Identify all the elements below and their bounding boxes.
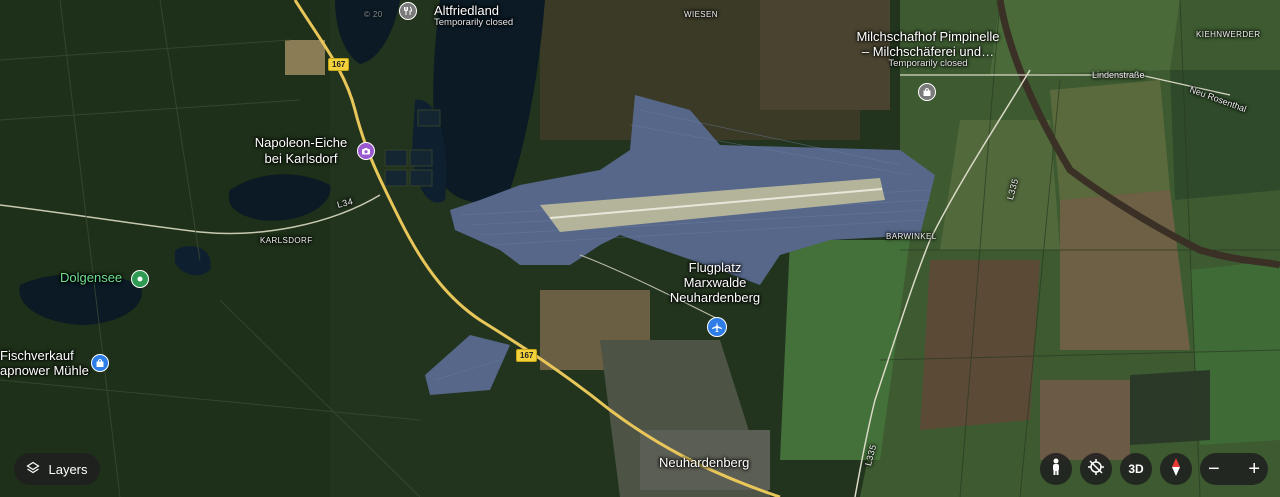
zoom-in-button[interactable]: + xyxy=(1248,459,1260,479)
airport-icon[interactable] xyxy=(707,317,727,337)
3d-toggle-button[interactable]: 3D xyxy=(1120,453,1152,485)
restaurant-icon[interactable] xyxy=(399,2,417,20)
milchschafhof-status: Temporarily closed xyxy=(888,58,968,69)
road-shield-167-north: 167 xyxy=(328,58,350,71)
pegman-button[interactable] xyxy=(1040,453,1072,485)
place-flugplatz-line1[interactable]: Flugplatz xyxy=(660,260,770,276)
zoom-out-button[interactable]: − xyxy=(1208,459,1220,479)
place-dolgensee[interactable]: Dolgensee xyxy=(60,270,122,286)
place-barwinkel: BARWINKEL xyxy=(886,232,937,241)
layers-icon xyxy=(26,461,41,478)
gps-off-icon xyxy=(1087,458,1105,481)
place-milchschafhof-line1[interactable]: Milchschafhof Pimpinelle xyxy=(848,29,1008,45)
compass-button[interactable] xyxy=(1160,453,1192,485)
road-shield-167-south: 167 xyxy=(516,349,538,362)
camera-icon[interactable] xyxy=(357,142,375,160)
satellite-map[interactable] xyxy=(0,0,1280,497)
place-neuhardenberg[interactable]: Neuhardenberg xyxy=(659,455,749,471)
location-off-button[interactable] xyxy=(1080,453,1112,485)
place-napoleon-eiche-line1[interactable]: Napoleon-Eiche xyxy=(246,135,356,151)
zoom-controls: − + xyxy=(1200,453,1268,485)
watermark: © 20 xyxy=(364,10,383,19)
shopping-bag-icon[interactable] xyxy=(918,83,936,101)
altfriedland-status: Temporarily closed xyxy=(434,17,514,28)
shopping-bag-icon[interactable] xyxy=(91,354,109,372)
place-karlsdorf: KARLSDORF xyxy=(260,236,313,245)
place-flugplatz-line2[interactable]: Marxwalde xyxy=(660,275,770,291)
street-lindenstrasse: Lindenstraße xyxy=(1092,70,1145,80)
compass-icon xyxy=(1170,457,1182,482)
place-kiehnwerder: KIEHNWERDER xyxy=(1196,30,1261,39)
park-icon[interactable] xyxy=(131,270,149,288)
person-icon xyxy=(1050,458,1062,481)
place-fischverkauf-line2[interactable]: apnower Mühle xyxy=(0,363,89,379)
layers-label: Layers xyxy=(48,461,88,477)
place-flugplatz-line3[interactable]: Neuhardenberg xyxy=(660,290,770,306)
layers-button[interactable]: Layers xyxy=(14,453,100,485)
place-napoleon-eiche-line2[interactable]: bei Karlsdorf xyxy=(246,151,356,167)
place-fischverkauf-line1[interactable]: Fischverkauf xyxy=(0,348,74,364)
place-wiesen: WIESEN xyxy=(684,10,718,19)
